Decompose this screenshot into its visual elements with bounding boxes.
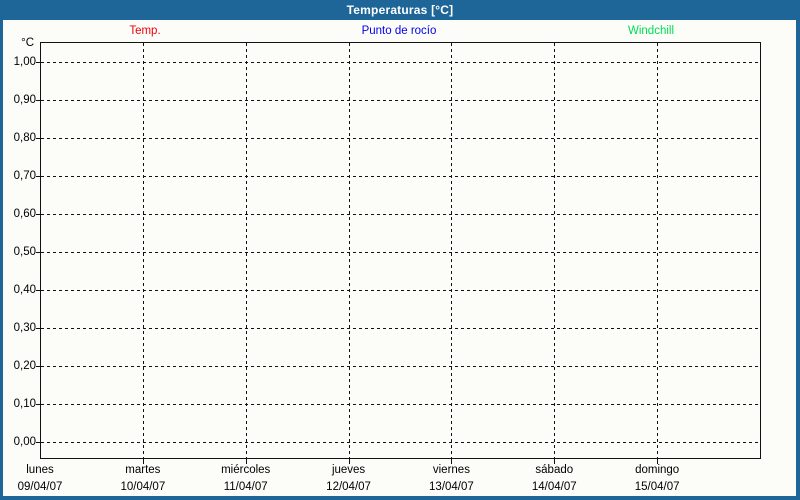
h-gridline xyxy=(41,328,760,329)
y-axis-tick xyxy=(36,138,40,139)
legend-item-temp[interactable]: Temp. xyxy=(129,25,160,37)
y-axis-tick xyxy=(36,252,40,253)
y-axis-tick-label: 0,00 xyxy=(0,435,36,449)
h-gridline xyxy=(41,366,760,367)
day-name: domingo xyxy=(602,462,712,479)
v-gridline xyxy=(451,43,452,458)
day-date: 15/04/07 xyxy=(602,479,712,496)
y-axis-tick-label: 0,50 xyxy=(0,245,36,259)
h-gridline xyxy=(41,442,760,443)
y-axis-tick xyxy=(36,62,40,63)
day-date: 11/04/07 xyxy=(191,479,301,496)
x-axis-day-label: lunes09/04/07 xyxy=(0,462,95,495)
day-name: jueves xyxy=(294,462,404,479)
day-name: viernes xyxy=(396,462,506,479)
h-gridline xyxy=(41,138,760,139)
h-gridline xyxy=(41,62,760,63)
v-gridline xyxy=(657,43,658,458)
day-name: lunes xyxy=(0,462,95,479)
day-name: martes xyxy=(88,462,198,479)
h-gridline xyxy=(41,252,760,253)
window-titlebar: Temperaturas [°C] xyxy=(0,0,800,20)
y-axis-unit-label: °C xyxy=(0,37,34,49)
y-axis-tick xyxy=(36,100,40,101)
window-title: Temperaturas [°C] xyxy=(347,3,454,17)
y-axis-tick-label: 0,30 xyxy=(0,321,36,335)
y-axis-tick-label: 0,20 xyxy=(0,359,36,373)
day-date: 13/04/07 xyxy=(396,479,506,496)
legend-item-dew-point[interactable]: Punto de rocío xyxy=(362,25,437,37)
day-date: 12/04/07 xyxy=(294,479,404,496)
y-axis-tick xyxy=(36,290,40,291)
y-axis-tick-label: 0,60 xyxy=(0,207,36,221)
day-name: sábado xyxy=(499,462,609,479)
x-axis-day-label: sábado14/04/07 xyxy=(499,462,609,495)
x-axis-day-label: jueves12/04/07 xyxy=(294,462,404,495)
day-date: 09/04/07 xyxy=(0,479,95,496)
day-name: miércoles xyxy=(191,462,301,479)
y-axis-tick xyxy=(36,366,40,367)
x-axis-day-label: domingo15/04/07 xyxy=(602,462,712,495)
h-gridline xyxy=(41,290,760,291)
y-axis-tick xyxy=(36,442,40,443)
day-date: 10/04/07 xyxy=(88,479,198,496)
y-axis-tick-label: 0,70 xyxy=(0,169,36,183)
chart-window: Temperaturas [°C] Temp. Punto de rocío W… xyxy=(0,0,800,500)
v-gridline xyxy=(246,43,247,458)
y-axis-tick-label: 1,00 xyxy=(0,55,36,69)
plot-area[interactable] xyxy=(40,42,761,459)
y-axis-tick-label: 0,90 xyxy=(0,93,36,107)
h-gridline xyxy=(41,214,760,215)
y-axis-tick xyxy=(36,176,40,177)
y-axis-tick xyxy=(36,404,40,405)
v-gridline xyxy=(554,43,555,458)
y-axis-tick-label: 0,10 xyxy=(0,397,36,411)
y-axis-tick-label: 0,40 xyxy=(0,283,36,297)
x-axis-day-label: miércoles11/04/07 xyxy=(191,462,301,495)
y-axis-tick-label: 0,80 xyxy=(0,131,36,145)
h-gridline xyxy=(41,404,760,405)
y-axis-tick xyxy=(36,214,40,215)
legend-item-windchill[interactable]: Windchill xyxy=(628,25,674,37)
x-axis-day-label: viernes13/04/07 xyxy=(396,462,506,495)
day-date: 14/04/07 xyxy=(499,479,609,496)
y-axis-tick xyxy=(36,328,40,329)
h-gridline xyxy=(41,100,760,101)
v-gridline xyxy=(349,43,350,458)
v-gridline xyxy=(143,43,144,458)
x-axis-day-label: martes10/04/07 xyxy=(88,462,198,495)
h-gridline xyxy=(41,176,760,177)
